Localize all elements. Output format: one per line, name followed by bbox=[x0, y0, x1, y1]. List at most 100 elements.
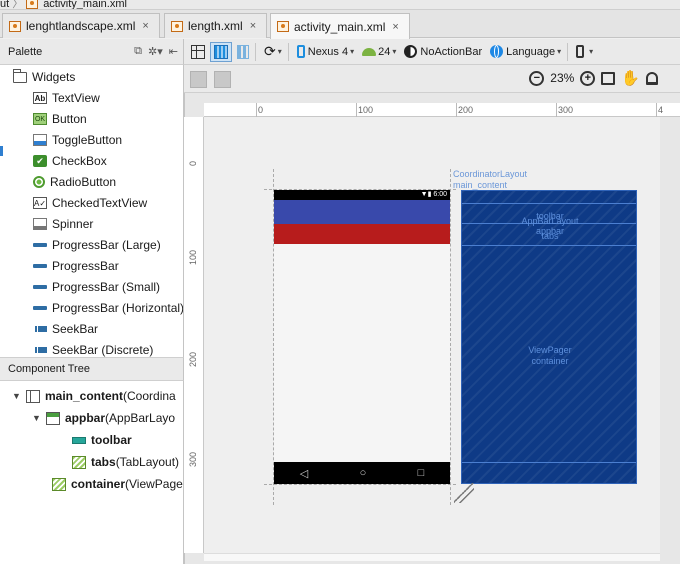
tab-length[interactable]: length.xml × bbox=[164, 13, 267, 38]
preview-appbar[interactable] bbox=[274, 200, 450, 224]
tree-node-toolbar[interactable]: toolbar bbox=[72, 429, 132, 451]
tab-lenghtlandscape[interactable]: lenghtlandscape.xml × bbox=[2, 13, 160, 38]
copy-icon[interactable]: ⧉ bbox=[134, 45, 142, 58]
palette-item-progressbar-large[interactable]: ProgressBar (Large) bbox=[33, 235, 161, 255]
close-icon[interactable]: × bbox=[392, 21, 398, 33]
tree-node-container[interactable]: container (ViewPage bbox=[52, 473, 183, 495]
blueprint-view-button[interactable] bbox=[210, 41, 232, 62]
pan-hand-icon[interactable]: ✋ bbox=[621, 69, 640, 87]
device-preview-selector[interactable]: ▾ bbox=[573, 42, 596, 62]
palette-item-button[interactable]: OK Button bbox=[33, 109, 87, 129]
palette-item-progressbar-small[interactable]: ProgressBar (Small) bbox=[33, 277, 160, 297]
design-view-button[interactable] bbox=[188, 42, 208, 62]
palette-group-widgets[interactable]: Widgets bbox=[13, 67, 75, 87]
radio-button-icon bbox=[33, 176, 45, 188]
design-toolbar: ⟳ ▾ Nexus 4 ▾ 24 ▾ NoActionBar Language ▾ ▾ bbox=[184, 39, 680, 65]
tab-activity-main[interactable]: activity_main.xml × bbox=[270, 13, 410, 39]
node-type: (Coordina bbox=[123, 389, 176, 403]
palette-item-radiobutton[interactable]: RadioButton bbox=[33, 172, 116, 192]
blueprint-appbar-type: AppBarLayout bbox=[521, 216, 579, 226]
palette-item-label: Button bbox=[52, 112, 87, 126]
palette-panel: Widgets Ab TextView OK Button ToggleButton… bbox=[0, 65, 184, 357]
node-type: (AppBarLayo bbox=[105, 411, 176, 425]
vertical-ruler: 0 100 200 300 bbox=[184, 117, 204, 553]
gear-icon[interactable]: ✲▾ bbox=[148, 45, 163, 58]
resize-handle-icon[interactable] bbox=[454, 483, 474, 503]
blueprint-root-label: CoordinatorLayout main_content bbox=[453, 169, 527, 191]
api-selector[interactable]: 24 ▾ bbox=[359, 42, 399, 62]
zoom-out-icon[interactable]: − bbox=[529, 70, 545, 86]
palette-item-label: RadioButton bbox=[50, 175, 117, 189]
status-bar: ▼▮ 6:00 bbox=[274, 190, 450, 200]
both-views-icon bbox=[237, 44, 249, 59]
close-icon[interactable]: × bbox=[250, 20, 256, 32]
design-surface[interactable]: ▼▮ 6:00 ◁ ○ □ CoordinatorLayout main_con… bbox=[204, 117, 660, 553]
horizontal-scrollbar[interactable] bbox=[204, 553, 660, 561]
palette-item-togglebutton[interactable]: ToggleButton bbox=[33, 130, 122, 150]
expand-arrow-icon[interactable]: ▼ bbox=[32, 413, 46, 423]
tab-layout-icon bbox=[72, 455, 86, 469]
xml-file-icon bbox=[26, 0, 39, 9]
palette-item-label: SeekBar (Discrete) bbox=[52, 343, 154, 357]
palette-item-checkbox[interactable]: ✔ CheckBox bbox=[33, 151, 107, 171]
node-type: (TabLayout) bbox=[115, 455, 180, 469]
status-time: 6:00 bbox=[433, 191, 447, 198]
palette-item-checkedtextview[interactable]: A✓ CheckedTextView bbox=[33, 193, 147, 213]
palette-header: Palette ⧉ ✲▾ ⇤ bbox=[0, 39, 184, 65]
palette-item-progressbar[interactable]: ProgressBar bbox=[33, 256, 119, 276]
ruler-label: 0 bbox=[258, 105, 264, 115]
selection-marker bbox=[0, 146, 3, 156]
palette-item-progressbar-horizontal[interactable]: ProgressBar (Horizontal) bbox=[33, 298, 184, 318]
hide-panel-icon[interactable]: ⇤ bbox=[169, 45, 178, 58]
device-preview[interactable]: ▼▮ 6:00 ◁ ○ □ bbox=[274, 190, 450, 484]
globe-icon bbox=[490, 45, 504, 58]
appbar-layout-icon bbox=[46, 411, 60, 425]
horizontal-ruler: 0 100 200 300 4 bbox=[204, 103, 680, 117]
zoom-in-icon[interactable]: + bbox=[580, 70, 596, 86]
ruler-label: 100 bbox=[188, 249, 198, 265]
breadcrumb-file[interactable]: activity_main.xml bbox=[43, 0, 127, 9]
phone-icon bbox=[576, 45, 585, 58]
device-selector[interactable]: Nexus 4 ▾ bbox=[294, 42, 357, 62]
design-canvas[interactable]: 0 100 200 300 4 0 100 200 300 ▼▮ 6:00 ◁ … bbox=[184, 93, 680, 564]
palette-item-label: CheckedTextView bbox=[52, 196, 148, 210]
api-label: 24 bbox=[378, 45, 391, 58]
tree-node-appbar[interactable]: ▼ appbar (AppBarLayo bbox=[32, 407, 175, 429]
canvas-toolbar: − 23% + ✋ bbox=[184, 65, 680, 93]
expand-arrow-icon[interactable]: ▼ bbox=[12, 391, 26, 401]
tab-label: length.xml bbox=[188, 19, 243, 33]
design-icon bbox=[191, 44, 205, 59]
pan-up-button[interactable] bbox=[214, 71, 231, 88]
palette-item-seekbar[interactable]: SeekBar bbox=[33, 319, 98, 339]
theme-label: NoActionBar bbox=[420, 45, 483, 58]
notification-bell-icon[interactable] bbox=[646, 71, 658, 85]
ruler-label: 200 bbox=[188, 351, 198, 367]
node-id: toolbar bbox=[91, 433, 132, 447]
palette-item-seekbar-discrete[interactable]: SeekBar (Discrete) bbox=[33, 340, 153, 357]
breadcrumb-first[interactable]: ut bbox=[0, 0, 9, 9]
ruler-label: 0 bbox=[188, 160, 198, 166]
tree-node-main-content[interactable]: ▼ main_content (Coordina bbox=[12, 385, 176, 407]
breadcrumb: ut 〉 activity_main.xml bbox=[0, 0, 680, 10]
editor-tab-bar: lenghtlandscape.xml × length.xml × activ… bbox=[0, 10, 680, 39]
pan-left-button[interactable] bbox=[190, 71, 207, 88]
language-selector[interactable]: Language ▾ bbox=[487, 42, 564, 62]
component-tree-header: Component Tree bbox=[0, 357, 184, 381]
close-icon[interactable]: × bbox=[142, 20, 148, 32]
textview-icon: Ab bbox=[33, 92, 47, 104]
palette-item-spinner[interactable]: Spinner bbox=[33, 214, 93, 234]
tree-node-tabs[interactable]: tabs (TabLayout) bbox=[72, 451, 179, 473]
preview-tabs[interactable] bbox=[274, 224, 450, 244]
palette-item-textview[interactable]: Ab TextView bbox=[33, 88, 100, 108]
blueprint-preview[interactable]: toolbar AppBarLayout appbar tabs ViewPag… bbox=[461, 190, 637, 484]
device-label: Nexus 4 bbox=[307, 45, 349, 58]
palette-item-label: ProgressBar (Horizontal) bbox=[52, 301, 184, 315]
both-view-button[interactable] bbox=[234, 42, 252, 62]
back-icon: ◁ bbox=[299, 467, 309, 480]
theme-selector[interactable]: NoActionBar bbox=[401, 42, 485, 62]
toggle-button-icon bbox=[33, 134, 47, 146]
zoom-to-fit-icon[interactable] bbox=[601, 71, 616, 85]
rotate-icon: ⟳ bbox=[264, 43, 276, 59]
orientation-button[interactable]: ⟳ ▾ bbox=[261, 42, 285, 62]
progressbar-icon bbox=[33, 243, 47, 247]
